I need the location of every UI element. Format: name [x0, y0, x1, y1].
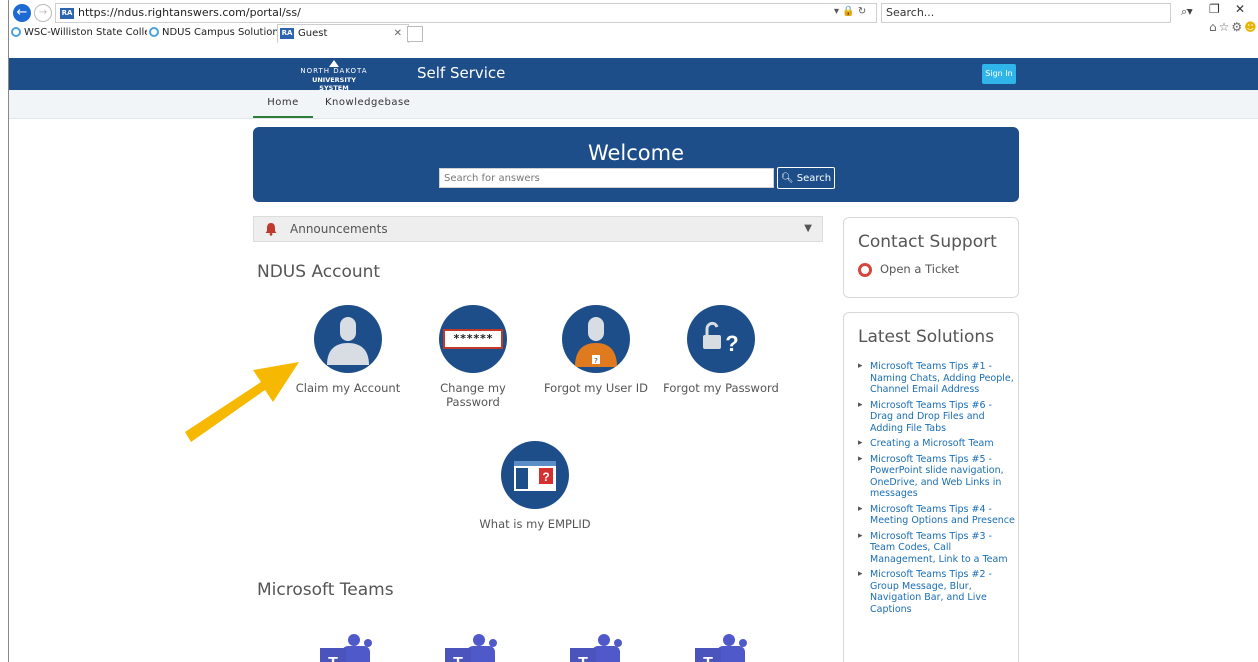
ie-icon: [149, 27, 159, 37]
site-title: Self Service: [417, 64, 506, 82]
solution-link[interactable]: Creating a Microsoft Team: [858, 438, 1018, 450]
url-text: https://ndus.rightanswers.com/portal/ss/: [78, 6, 301, 19]
welcome-panel: Welcome Search for answers 🔍︎ Search: [253, 127, 1019, 202]
search-icon: 🔍︎: [780, 173, 794, 184]
forgot-user-id-tile[interactable]: ? Forgot my User ID: [536, 305, 656, 395]
arrow-pointer-icon: [185, 362, 299, 442]
site-header: NORTH DAKOTA UNIVERSITY SYSTEM Self Serv…: [9, 58, 1258, 92]
answers-search-input[interactable]: Search for answers: [439, 168, 774, 188]
restore-icon[interactable]: ❐: [1209, 2, 1220, 16]
welcome-title: Welcome: [587, 141, 685, 165]
new-tab-button[interactable]: [407, 26, 423, 42]
solution-link[interactable]: Microsoft Teams Tips #5 - PowerPoint sli…: [858, 454, 1018, 500]
emplid-label: What is my EMPLID: [479, 517, 591, 531]
teams-icon[interactable]: T: [314, 632, 374, 662]
solution-link[interactable]: Microsoft Teams Tips #6 - Drag and Drop …: [858, 400, 1018, 435]
ie-icon: [11, 27, 21, 37]
ndus-account-heading: NDUS Account: [257, 262, 381, 282]
tab-ndus-campus[interactable]: NDUS Campus Solutions - Log...: [147, 24, 277, 42]
forgot-user-id-label: Forgot my User ID: [543, 381, 649, 395]
address-tools[interactable]: ▾ 🔒 ↻: [834, 3, 866, 21]
emplid-tile[interactable]: ? What is my EMPLID: [475, 441, 595, 531]
browser-window: ← → RA https://ndus.rightanswers.com/port…: [8, 0, 1258, 662]
site-favicon: RA: [60, 7, 74, 19]
solution-link[interactable]: Microsoft Teams Tips #2 - Group Message,…: [858, 569, 1018, 615]
svg-text:T: T: [453, 655, 463, 662]
solution-link[interactable]: Microsoft Teams Tips #3 - Team Codes, Ca…: [858, 531, 1018, 566]
forgot-password-label: Forgot my Password: [663, 381, 779, 395]
open-ticket-link[interactable]: Open a Ticket: [858, 262, 959, 277]
padlock-question-icon: ?: [687, 305, 755, 373]
announcements-bar[interactable]: Announcements ▼: [253, 216, 823, 242]
tab-strip: WSC-Williston State College H... NDUS Ca…: [9, 22, 1258, 44]
tab-guest[interactable]: RA Guest ✕: [277, 24, 409, 43]
nav-home[interactable]: Home: [253, 90, 313, 118]
teams-icon[interactable]: T: [439, 632, 499, 662]
contact-support-title: Contact Support: [858, 232, 997, 252]
latest-solutions-card: Latest Solutions Microsoft Teams Tips #1…: [843, 312, 1019, 662]
search-button[interactable]: 🔍︎ Search: [777, 167, 835, 189]
browser-search-input[interactable]: Search...: [881, 3, 1171, 23]
svg-text:?: ?: [542, 470, 549, 484]
minimize-icon[interactable]: –: [1186, 2, 1192, 16]
main-nav: Home Knowledgebase: [9, 90, 1258, 119]
open-ticket-label: Open a Ticket: [880, 262, 960, 276]
nav-knowledgebase[interactable]: Knowledgebase: [325, 90, 410, 116]
back-button[interactable]: ←: [13, 4, 31, 22]
site-favicon: RA: [280, 27, 294, 39]
change-password-label: Change my Password: [440, 381, 506, 409]
teams-icon[interactable]: T: [689, 632, 749, 662]
contact-support-card: Contact Support Open a Ticket: [843, 217, 1019, 298]
solutions-list: Microsoft Teams Tips #1 - Naming Chats, …: [858, 361, 1018, 619]
tab-wsc[interactable]: WSC-Williston State College H...: [9, 24, 147, 42]
sign-in-button[interactable]: Sign In: [982, 64, 1016, 84]
ndus-logo[interactable]: NORTH DAKOTA UNIVERSITY SYSTEM: [298, 60, 370, 92]
microsoft-teams-heading: Microsoft Teams: [257, 580, 394, 600]
svg-text:T: T: [703, 655, 713, 662]
solution-link[interactable]: Microsoft Teams Tips #4 - Meeting Option…: [858, 504, 1018, 527]
address-bar[interactable]: RA https://ndus.rightanswers.com/portal/s…: [55, 3, 877, 23]
user-id-badge-icon: ?: [562, 305, 630, 373]
password-mask: ******: [443, 329, 503, 349]
lifebuoy-icon: [858, 262, 872, 277]
forward-button[interactable]: →: [34, 4, 52, 22]
close-icon[interactable]: ✕: [1235, 2, 1245, 16]
svg-text:?: ?: [594, 357, 598, 365]
bell-icon: [265, 223, 277, 236]
search-button-label: Search: [796, 173, 832, 184]
logo-mark-icon: [329, 60, 339, 67]
tab-close-icon[interactable]: ✕: [394, 25, 402, 43]
svg-text:T: T: [578, 655, 588, 662]
forgot-password-tile[interactable]: ? Forgot my Password: [661, 305, 781, 395]
user-avatar-icon: [314, 305, 382, 373]
solution-link[interactable]: Microsoft Teams Tips #1 - Naming Chats, …: [858, 361, 1018, 396]
logo-line1: NORTH DAKOTA: [300, 67, 368, 75]
id-window-icon: ?: [501, 441, 569, 509]
announcements-label: Announcements: [290, 222, 388, 236]
password-field-icon: ******: [439, 305, 507, 373]
svg-text:T: T: [328, 655, 338, 662]
svg-text:?: ?: [725, 331, 738, 356]
latest-solutions-title: Latest Solutions: [858, 327, 995, 347]
change-password-tile[interactable]: ****** Change my Password: [413, 305, 533, 409]
chevron-down-icon[interactable]: ▼: [804, 217, 812, 241]
teams-icon[interactable]: T: [564, 632, 624, 662]
